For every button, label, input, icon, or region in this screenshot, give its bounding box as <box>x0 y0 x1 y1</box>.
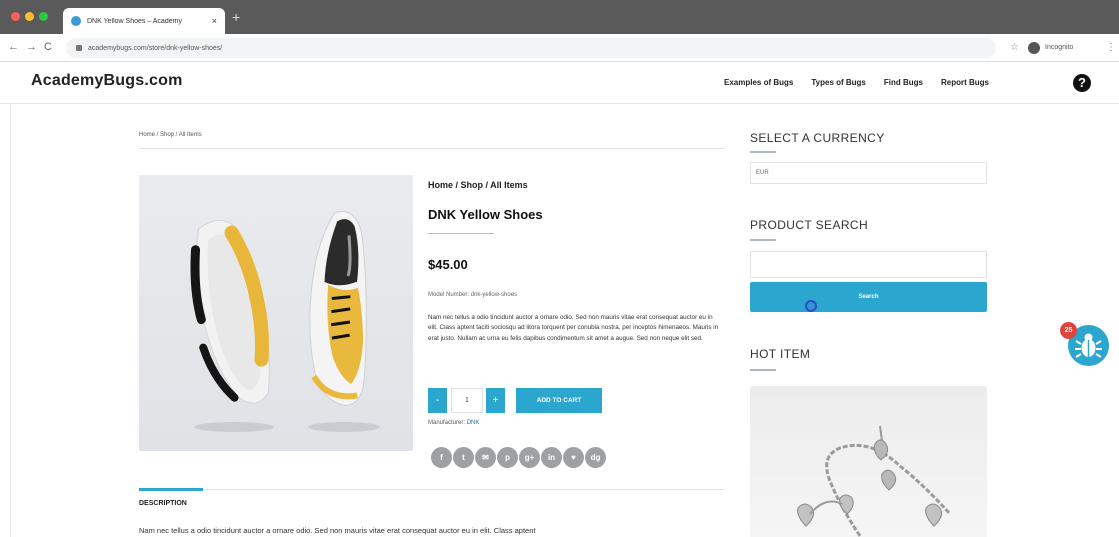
facebook-icon[interactable]: f <box>431 447 452 468</box>
browser-tab[interactable]: DNK Yellow Shoes – Academy × <box>63 8 225 34</box>
search-button[interactable]: Search <box>750 282 987 312</box>
search-input[interactable] <box>750 251 987 278</box>
add-to-cart-button[interactable]: ADD TO CART <box>516 388 602 413</box>
quantity-increase-button[interactable]: + <box>486 388 505 413</box>
description-text: Nam nec tellus a odio tincidunt auctor a… <box>139 526 536 535</box>
bug-count-badge: 25 <box>1060 322 1077 339</box>
bookmark-star-icon[interactable]: ☆ <box>1010 42 1019 54</box>
quantity-decrease-button[interactable]: - <box>428 388 447 413</box>
main-nav: Examples of Bugs Types of Bugs Find Bugs… <box>724 78 1007 87</box>
product-image[interactable] <box>139 175 413 451</box>
title-underline <box>428 233 494 234</box>
help-icon[interactable]: ? <box>1073 74 1091 92</box>
lock-icon <box>76 45 82 51</box>
tab-active-indicator <box>139 488 203 491</box>
minimize-window-icon[interactable] <box>25 12 34 21</box>
model-number: Model Number: dnk-yellow-shoes <box>428 292 518 298</box>
new-tab-button[interactable]: + <box>232 10 240 24</box>
linkedin-icon[interactable]: in <box>541 447 562 468</box>
nav-examples-of-bugs[interactable]: Examples of Bugs <box>724 78 793 87</box>
email-icon[interactable]: ✉ <box>475 447 496 468</box>
forward-arrow-icon[interactable]: → <box>26 41 37 53</box>
yellow-shoes-illustration <box>190 210 380 432</box>
close-window-icon[interactable] <box>11 12 20 21</box>
maximize-window-icon[interactable] <box>39 12 48 21</box>
currency-heading: SELECT A CURRENCY <box>750 131 885 145</box>
heading-accent-line <box>750 369 776 371</box>
tab-close-icon[interactable]: × <box>212 16 217 26</box>
page-gutter <box>10 104 11 537</box>
reload-icon[interactable]: C <box>44 41 52 53</box>
manufacturer-label: Manufacturer: <box>428 420 467 426</box>
incognito-icon[interactable] <box>1028 42 1040 54</box>
nav-types-of-bugs[interactable]: Types of Bugs <box>811 78 866 87</box>
heading-accent-line <box>750 151 776 153</box>
heading-accent-line <box>750 239 776 241</box>
heart-bracelet-illustration <box>797 425 952 537</box>
favorite-icon[interactable]: ♥ <box>563 447 584 468</box>
digg-icon[interactable]: dg <box>585 447 606 468</box>
product-title: DNK Yellow Shoes <box>428 207 543 222</box>
browser-menu-icon[interactable]: ⋮ <box>1106 42 1116 54</box>
browser-address-bar: ← → C academybugs.com/store/dnk-yellow-s… <box>0 34 1119 62</box>
incognito-label: Incognito <box>1045 44 1074 51</box>
favicon-icon <box>71 16 81 26</box>
back-arrow-icon[interactable]: ← <box>8 41 19 53</box>
product-short-description: Nam nec tellus a odio tincidunt auctor a… <box>428 314 719 342</box>
site-header: AcademyBugs.com Examples of Bugs Types o… <box>0 62 1119 104</box>
google-plus-icon[interactable]: g+ <box>519 447 540 468</box>
hot-item-image[interactable] <box>750 386 987 537</box>
site-logo[interactable]: AcademyBugs.com <box>31 72 183 90</box>
url-field[interactable]: academybugs.com/store/dnk-yellow-shoes/ <box>66 38 996 58</box>
social-share-row: f t ✉ p g+ in ♥ dg <box>431 447 607 468</box>
product-breadcrumb[interactable]: Home / Shop / All Items <box>428 180 528 190</box>
tab-title: DNK Yellow Shoes – Academy <box>87 17 182 25</box>
nav-find-bugs[interactable]: Find Bugs <box>884 78 923 87</box>
quantity-input[interactable]: 1 <box>451 388 483 413</box>
browser-tab-bar: DNK Yellow Shoes – Academy × + <box>0 0 1119 34</box>
tab-divider <box>139 489 724 490</box>
manufacturer: Manufacturer: DNK <box>428 420 479 426</box>
url-text: academybugs.com/store/dnk-yellow-shoes/ <box>88 44 223 52</box>
pinterest-icon[interactable]: p <box>497 447 518 468</box>
divider <box>139 148 724 149</box>
manufacturer-link[interactable]: DNK <box>467 420 480 426</box>
tab-description[interactable]: DESCRIPTION <box>139 500 187 507</box>
product-price: $45.00 <box>428 257 468 272</box>
hot-item-heading: HOT ITEM <box>750 347 811 361</box>
twitter-icon[interactable]: t <box>453 447 474 468</box>
mouse-cursor-icon <box>805 300 817 312</box>
product-search-heading: PRODUCT SEARCH <box>750 218 869 232</box>
currency-select[interactable]: EUR <box>750 162 987 184</box>
nav-report-bugs[interactable]: Report Bugs <box>941 78 989 87</box>
breadcrumb[interactable]: Home / Shop / All Items <box>139 132 202 138</box>
